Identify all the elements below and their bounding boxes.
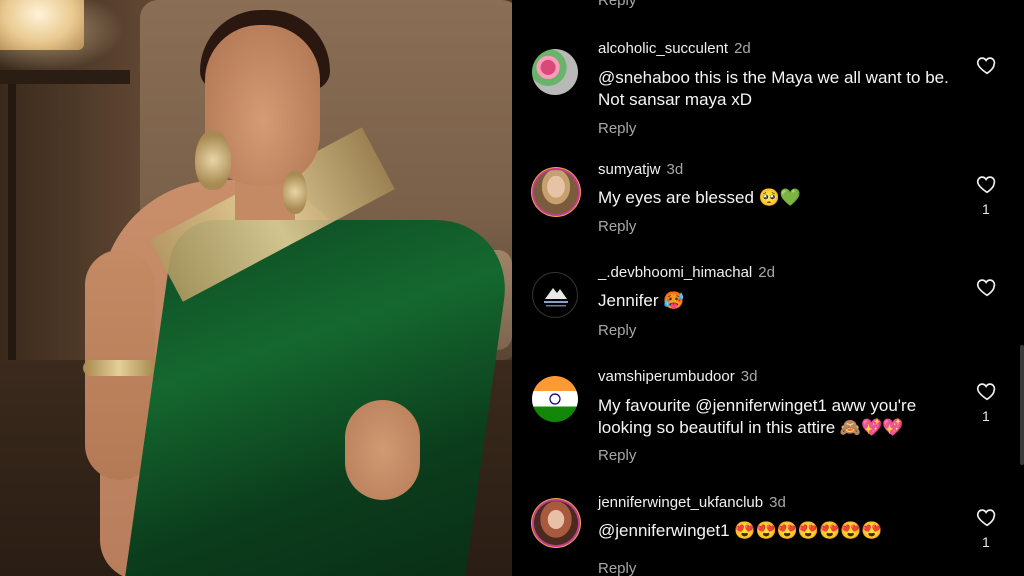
heart-icon[interactable]	[976, 276, 998, 298]
comment-username[interactable]: _.devbhoomi_himachal	[598, 264, 752, 281]
heart-icon[interactable]	[976, 173, 998, 195]
mountain-logo-icon	[544, 288, 568, 307]
armlet-shape	[83, 360, 155, 376]
comment-username-row: vamshiperumbudoor 3d	[598, 368, 757, 385]
left-earring-shape	[195, 130, 231, 190]
comment-text: @jenniferwinget1 😍😍😍😍😍😍😍	[598, 521, 883, 540]
reply-link[interactable]: Reply	[598, 120, 636, 137]
comment-username-row: sumyatjw 3d	[598, 161, 683, 178]
like-count[interactable]: 1	[982, 408, 990, 424]
comment-username-row: alcoholic_succulent 2d	[598, 40, 751, 57]
comment-time: 2d	[734, 40, 751, 57]
comment-username[interactable]: sumyatjw	[598, 161, 661, 178]
reply-link[interactable]: Reply	[598, 218, 636, 235]
avatar[interactable]	[532, 272, 578, 318]
comment-username[interactable]: alcoholic_succulent	[598, 40, 728, 57]
reply-link[interactable]: Reply	[598, 560, 636, 576]
comment-text: @snehaboo this is the Maya we all want t…	[598, 68, 949, 109]
like-count[interactable]: 1	[982, 534, 990, 550]
scrollbar[interactable]	[1020, 345, 1024, 465]
avatar[interactable]	[534, 170, 578, 214]
flag-chakra-icon	[549, 393, 561, 405]
comment-username[interactable]: vamshiperumbudoor	[598, 368, 735, 385]
comment-username-row: _.devbhoomi_himachal 2d	[598, 264, 775, 281]
comment-text: My eyes are blessed 🥺💚	[598, 188, 801, 207]
heart-icon[interactable]	[976, 506, 998, 528]
comment-username-row: jenniferwinget_ukfanclub 3d	[598, 494, 786, 511]
side-table-shape	[0, 70, 130, 84]
comment-time: 3d	[769, 494, 786, 511]
reply-link[interactable]: Reply	[598, 0, 636, 9]
comment-username[interactable]: jenniferwinget_ukfanclub	[598, 494, 763, 511]
figure-hand-shape	[345, 400, 420, 500]
like-count[interactable]: 1	[982, 201, 990, 217]
comment-text: My favourite @jenniferwinget1 aww you're…	[598, 396, 917, 437]
comment-time: 3d	[666, 161, 684, 178]
heart-icon[interactable]	[976, 380, 998, 402]
comment-time: 3d	[740, 368, 758, 385]
avatar[interactable]	[532, 376, 578, 422]
avatar[interactable]	[534, 501, 578, 545]
table-leg-shape	[8, 84, 16, 364]
right-earring-shape	[283, 170, 307, 214]
reply-link[interactable]: Reply	[598, 322, 636, 339]
avatar[interactable]	[532, 49, 578, 95]
heart-icon[interactable]	[976, 54, 998, 76]
comments-panel[interactable]: Reply alcoholic_succulent 2d @snehaboo th…	[512, 0, 1024, 576]
reply-link[interactable]: Reply	[598, 447, 636, 464]
comment-time: 2d	[758, 264, 775, 281]
lamp-shape	[0, 0, 84, 50]
comment-text: Jennifer 🥵	[598, 291, 685, 310]
post-photo[interactable]	[0, 0, 512, 576]
